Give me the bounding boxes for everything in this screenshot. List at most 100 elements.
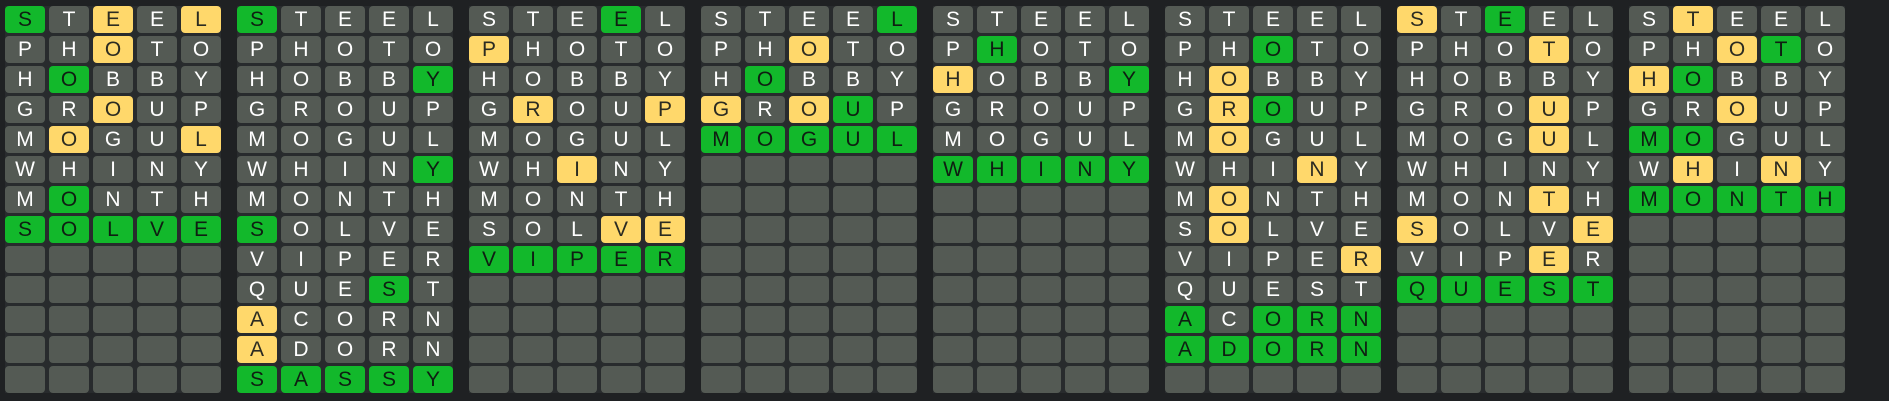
letter-tile: U: [1209, 276, 1249, 303]
letter-tile: Y: [1341, 66, 1381, 93]
empty-tile: [513, 306, 553, 333]
letter-tile: S: [5, 216, 45, 243]
letter-tile: O: [557, 96, 597, 123]
letter-tile: H: [977, 156, 1017, 183]
empty-tile: [1021, 186, 1061, 213]
letter-tile: Y: [413, 366, 453, 393]
empty-tile: [1021, 306, 1061, 333]
letter-tile: Y: [1109, 66, 1149, 93]
letter-tile: T: [1297, 36, 1337, 63]
empty-tile: [1573, 336, 1613, 363]
letter-tile: L: [1805, 126, 1845, 153]
letter-tile: N: [93, 186, 133, 213]
empty-tile: [93, 276, 133, 303]
empty-tile: [181, 246, 221, 273]
empty-tile: [1065, 186, 1105, 213]
empty-tile: [49, 366, 89, 393]
board-grid: STEELPHOTOHOBBYGROUPMOGULWHINYMONTHSOLVE…: [237, 6, 453, 393]
letter-tile: S: [369, 276, 409, 303]
empty-tile: [1209, 366, 1249, 393]
empty-tile: [1805, 246, 1845, 273]
letter-tile: O: [413, 36, 453, 63]
game-boards: STEELPHOTOHOBBYGROUPMOGULWHINYMONTHSOLVE…: [0, 0, 1889, 393]
letter-tile: Q: [1397, 276, 1437, 303]
letter-tile: P: [933, 36, 973, 63]
letter-tile: U: [137, 96, 177, 123]
letter-tile: O: [1441, 126, 1481, 153]
letter-tile: B: [137, 66, 177, 93]
empty-tile: [1065, 336, 1105, 363]
letter-tile: T: [977, 6, 1017, 33]
letter-tile: Y: [181, 66, 221, 93]
empty-tile: [877, 156, 917, 183]
letter-tile: W: [1397, 156, 1437, 183]
empty-tile: [745, 306, 785, 333]
empty-tile: [1717, 276, 1757, 303]
empty-tile: [877, 366, 917, 393]
letter-tile: I: [1253, 156, 1293, 183]
empty-tile: [601, 306, 641, 333]
letter-tile: U: [1441, 276, 1481, 303]
letter-tile: I: [1021, 156, 1061, 183]
empty-tile: [645, 306, 685, 333]
empty-tile: [1529, 306, 1569, 333]
letter-tile: O: [1805, 36, 1845, 63]
letter-tile: U: [137, 126, 177, 153]
letter-tile: H: [513, 156, 553, 183]
empty-tile: [745, 186, 785, 213]
letter-tile: M: [5, 126, 45, 153]
letter-tile: B: [1717, 66, 1757, 93]
letter-tile: W: [1165, 156, 1205, 183]
letter-tile: I: [1485, 156, 1525, 183]
letter-tile: L: [1573, 126, 1613, 153]
letter-tile: W: [469, 156, 509, 183]
letter-tile: P: [413, 96, 453, 123]
empty-tile: [49, 306, 89, 333]
letter-tile: R: [281, 96, 321, 123]
board-grid: STEELPHOTOHOBBYGROUPMOGULWHINYMONTHSOLVE: [5, 6, 221, 393]
letter-tile: E: [137, 6, 177, 33]
empty-tile: [1629, 336, 1669, 363]
letter-tile: L: [1253, 216, 1293, 243]
letter-tile: N: [1529, 156, 1569, 183]
empty-tile: [1397, 306, 1437, 333]
letter-tile: R: [1673, 96, 1713, 123]
empty-tile: [181, 306, 221, 333]
letter-tile: O: [1109, 36, 1149, 63]
letter-tile: O: [1209, 66, 1249, 93]
empty-tile: [789, 156, 829, 183]
letter-tile: H: [1209, 156, 1249, 183]
letter-tile: H: [1673, 156, 1713, 183]
empty-tile: [557, 336, 597, 363]
letter-tile: L: [93, 216, 133, 243]
letter-tile: S: [701, 6, 741, 33]
empty-tile: [1717, 216, 1757, 243]
letter-tile: O: [93, 96, 133, 123]
letter-tile: Y: [181, 156, 221, 183]
empty-tile: [933, 186, 973, 213]
letter-tile: O: [93, 36, 133, 63]
empty-tile: [1253, 366, 1293, 393]
letter-tile: U: [1761, 96, 1801, 123]
board-3: STEELPHOTOHOBBYGROUPMOGULWHINYMONTHSOLVE…: [469, 6, 685, 393]
letter-tile: P: [557, 246, 597, 273]
empty-tile: [137, 306, 177, 333]
empty-tile: [181, 336, 221, 363]
letter-tile: B: [1065, 66, 1105, 93]
letter-tile: T: [1297, 186, 1337, 213]
letter-tile: N: [413, 306, 453, 333]
empty-tile: [181, 366, 221, 393]
letter-tile: L: [877, 126, 917, 153]
letter-tile: P: [325, 246, 365, 273]
letter-tile: E: [1297, 246, 1337, 273]
letter-tile: P: [1253, 246, 1293, 273]
letter-tile: O: [1717, 96, 1757, 123]
letter-tile: Y: [1573, 156, 1613, 183]
letter-tile: Y: [1573, 66, 1613, 93]
letter-tile: V: [1529, 216, 1569, 243]
empty-tile: [1297, 366, 1337, 393]
letter-tile: U: [601, 96, 641, 123]
letter-tile: C: [281, 306, 321, 333]
letter-tile: G: [237, 96, 277, 123]
letter-tile: G: [93, 126, 133, 153]
